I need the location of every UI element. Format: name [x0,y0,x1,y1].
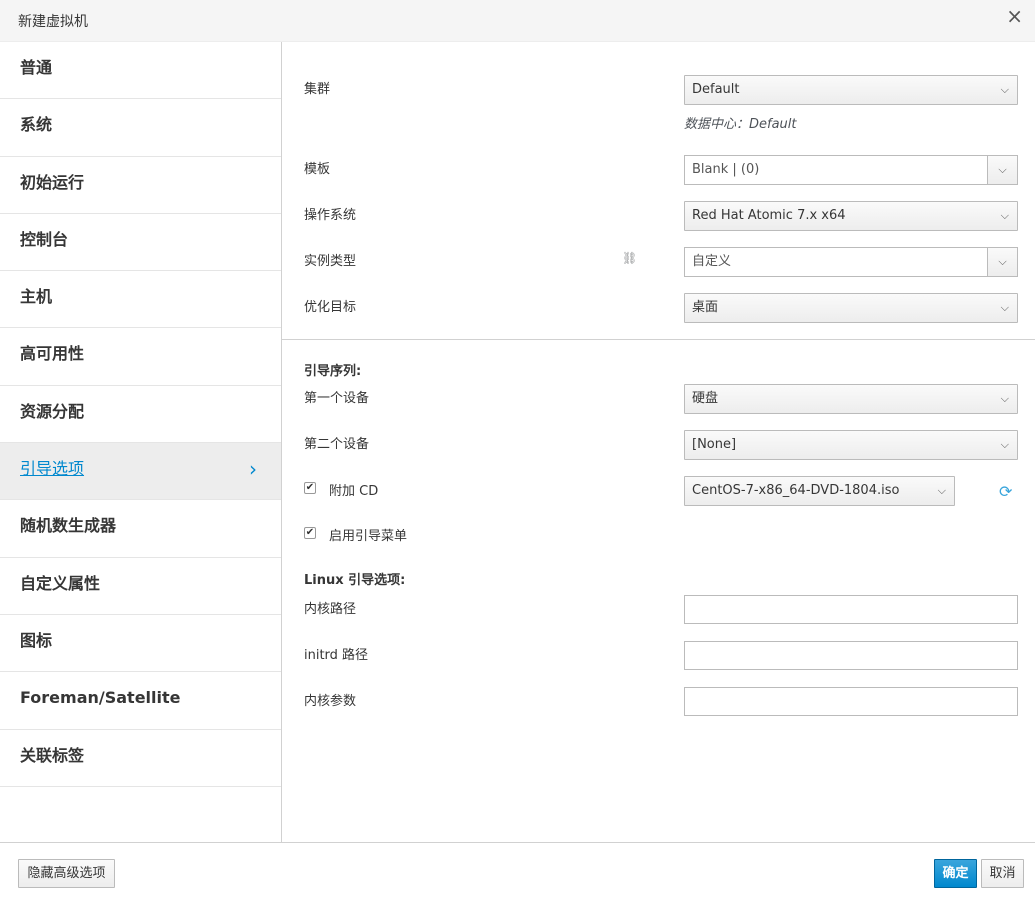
attach-cd-select[interactable]: CentOS-7-x86_64-DVD-1804.iso ⌵ [684,476,955,506]
second-device-select[interactable]: [None] ⌵ [684,430,1018,460]
dialog-header: 新建虚拟机 × [0,0,1035,42]
chevron-down-icon: ⌵ [1000,392,1009,405]
sidebar-item-label: 随机数生成器 [20,516,117,536]
sidebar-item-boot-options[interactable]: 引导选项 › [0,443,281,501]
sidebar-item-label: 控制台 [20,229,69,249]
second-device-value: [None] [692,437,737,452]
cancel-button[interactable]: 取消 [981,859,1024,888]
sidebar-item-general[interactable]: 普通 [0,42,281,100]
initrd-path-label: initrd 路径 [304,648,369,663]
sidebar-item-label: 高可用性 [20,344,85,364]
new-vm-dialog: 新建虚拟机 × 普通 系统 初始运行 控制台 主机 高可用性 资源分配 引导选项… [0,0,1035,898]
sidebar-item-host[interactable]: 主机 [0,271,281,329]
chevron-down-icon: ⌵ [937,484,946,497]
instance-type-label: 实例类型 [304,254,357,269]
chevron-down-icon: ⌵ [1000,83,1009,96]
attach-cd-label: 附加 CD [329,484,379,499]
sidebar-item-foreman-satellite[interactable]: Foreman/Satellite [0,672,281,730]
linux-boot-heading: Linux 引导选项: [304,573,406,588]
sidebar-item-random-generator[interactable]: 随机数生成器 [0,500,281,558]
dialog-title: 新建虚拟机 [18,14,88,30]
kernel-path-label: 内核路径 [304,602,357,617]
chevron-down-icon: ⌵ [1000,301,1009,314]
link-icon[interactable]: ⛓ [622,251,637,265]
dialog-footer: 隐藏高级选项 确定 取消 [0,842,1035,898]
chevron-down-icon: ⌵ [1000,438,1009,451]
second-device-label: 第二个设备 [304,437,370,452]
template-combo[interactable]: Blank | (0) ⌵ [684,155,1018,185]
cluster-value: Default [692,82,740,97]
kernel-params-input[interactable] [684,687,1018,716]
optimize-select[interactable]: 桌面 ⌵ [684,293,1018,323]
hide-advanced-button[interactable]: 隐藏高级选项 [18,859,115,888]
cluster-label: 集群 [304,82,331,97]
instance-type-value: 自定义 [692,254,732,269]
sidebar-item-label: 引导选项 [20,459,85,479]
template-label: 模板 [304,162,331,177]
kernel-params-label: 内核参数 [304,694,357,709]
sidebar-item-system[interactable]: 系统 [0,99,281,157]
boot-sequence-heading: 引导序列: [304,364,362,379]
sidebar-item-custom-properties[interactable]: 自定义属性 [0,558,281,615]
sidebar-item-label: 资源分配 [20,401,85,421]
sidebar-item-label: 初始运行 [20,172,85,192]
attach-cd-value: CentOS-7-x86_64-DVD-1804.iso [692,483,900,498]
optimize-label: 优化目标 [304,300,357,315]
kernel-path-input[interactable] [684,595,1018,624]
sidebar-item-affinity-labels[interactable]: 关联标签 [0,730,281,787]
sidebar-item-initial-run[interactable]: 初始运行 [0,157,281,214]
os-value: Red Hat Atomic 7.x x64 [692,208,846,223]
datacenter-note: 数据中心：Default [684,117,797,132]
sidebar-item-label: 主机 [20,287,53,307]
optimize-value: 桌面 [692,300,719,315]
close-icon[interactable]: × [1006,6,1023,26]
sidebar-item-label: 自定义属性 [20,573,101,593]
attach-cd-checkbox[interactable]: ✔ [304,482,316,494]
sidebar-item-console[interactable]: 控制台 [0,214,281,272]
ok-button[interactable]: 确定 [934,859,977,888]
sidebar-item-high-availability[interactable]: 高可用性 [0,328,281,386]
first-device-value: 硬盘 [692,391,719,406]
chevron-down-icon[interactable]: ⌵ [987,248,1017,276]
template-value: Blank | (0) [692,162,760,177]
refresh-icon[interactable]: ⟳ [999,482,1012,501]
section-divider [282,339,1035,340]
initrd-path-input[interactable] [684,641,1018,670]
chevron-down-icon: ⌵ [1000,209,1009,222]
first-device-select[interactable]: 硬盘 ⌵ [684,384,1018,414]
boot-options-panel: 集群 Default ⌵ 数据中心：Default 模板 Blank | (0)… [282,42,1035,842]
first-device-label: 第一个设备 [304,391,370,406]
sidebar-item-label: 图标 [20,630,53,650]
instance-type-combo[interactable]: 自定义 ⌵ [684,247,1018,277]
os-label: 操作系统 [304,208,357,223]
boot-menu-checkbox[interactable]: ✔ [304,527,316,539]
chevron-down-icon[interactable]: ⌵ [987,156,1017,184]
cluster-select[interactable]: Default ⌵ [684,75,1018,105]
sidebar-item-label: 系统 [20,115,53,135]
chevron-right-icon: › [249,457,257,482]
sidebar: 普通 系统 初始运行 控制台 主机 高可用性 资源分配 引导选项 › 随机数生成… [0,42,282,842]
sidebar-item-label: 关联标签 [20,745,85,765]
sidebar-item-label: 普通 [20,58,53,77]
sidebar-item-icon[interactable]: 图标 [0,615,281,673]
sidebar-item-resource-allocation[interactable]: 资源分配 [0,386,281,444]
sidebar-item-label: Foreman/Satellite [20,688,181,708]
boot-menu-label: 启用引导菜单 [329,529,408,544]
os-select[interactable]: Red Hat Atomic 7.x x64 ⌵ [684,201,1018,231]
